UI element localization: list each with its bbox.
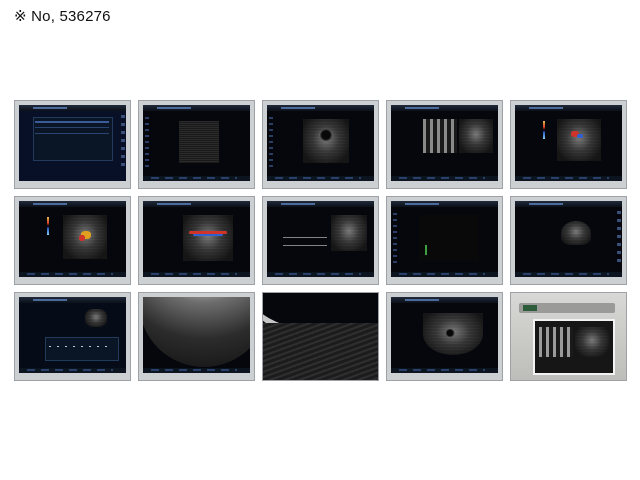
photo-monitor-pulsed-wave: TOSHIBA [262,196,379,285]
monitor-screen [19,105,126,181]
photo-monitor-patient-list [14,100,131,189]
monitor-screen [143,297,250,373]
photo-monitor-thyroid-scan [262,100,379,189]
monitor-screen [391,105,498,181]
photo-monitor-sector-scan [510,196,627,285]
monitor-screen: TOSHIBA [143,105,250,181]
photo-monitor-blank-scan: TOSHIBA [138,100,255,189]
photo-monitor-color-doppler: TOSHIBA [510,100,627,189]
photo-grid: TOSHIBA TOSHIBA [14,100,630,382]
monitor-screen [263,293,378,380]
photo-monitor-closeup-scan [262,292,379,381]
monitor-screen [267,105,374,181]
photo-monitor-dual-scan [386,100,503,189]
photo-monitor-dark-scan [386,196,503,285]
monitor-screen [19,297,126,373]
monitor-screen [19,201,126,277]
printed-image [533,319,615,375]
monitor-screen [391,201,498,277]
monitor-screen: TOSHIBA [515,105,622,181]
photo-monitor-longitudinal-doppler: TOSHIBA [138,196,255,285]
photo-monitor-carotid-doppler [14,196,131,285]
monitor-screen: TOSHIBA [267,201,374,277]
monitor-screen: TOSHIBA [143,201,250,277]
printer-body [511,293,626,380]
photo-video-printer [510,292,627,381]
photo-monitor-measurement [14,292,131,381]
lot-number-label: ※ No, 536276 [14,8,111,25]
monitor-screen [515,201,622,277]
monitor-screen: TOSHIBA [391,297,498,373]
photo-monitor-convex-probe [138,292,255,381]
photo-monitor-abdominal-scan: TOSHIBA [386,292,503,381]
